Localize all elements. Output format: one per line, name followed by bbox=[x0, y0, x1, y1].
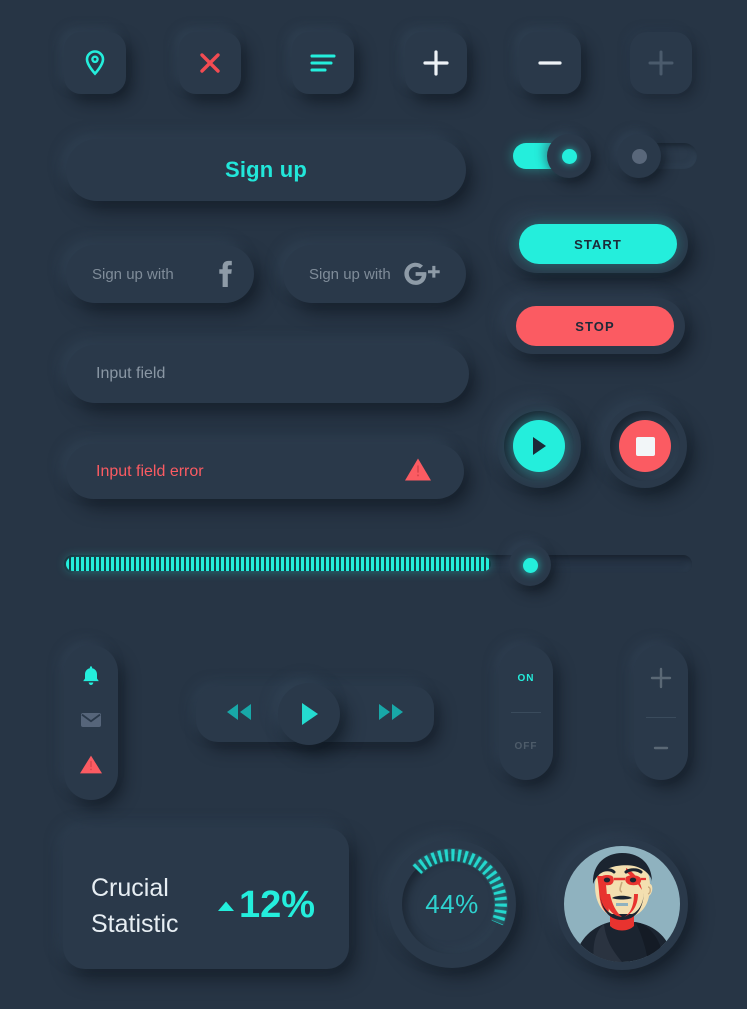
close-icon bbox=[200, 53, 220, 73]
toggle-off-knob[interactable] bbox=[617, 134, 661, 178]
user-avatar[interactable] bbox=[556, 838, 688, 970]
stop-circle-surface[interactable] bbox=[619, 420, 671, 472]
plus-icon bbox=[648, 50, 674, 76]
play-circle-button[interactable] bbox=[497, 404, 581, 488]
minus-icon bbox=[538, 61, 562, 65]
stop-button-label: STOP bbox=[575, 318, 615, 334]
stepper-divider bbox=[646, 716, 676, 718]
stop-square-icon bbox=[635, 436, 655, 456]
signup-facebook-button[interactable]: Sign up with bbox=[66, 245, 254, 303]
on-label[interactable]: ON bbox=[518, 673, 535, 684]
on-off-switch[interactable]: ON OFF bbox=[499, 645, 553, 780]
plus-disabled-button bbox=[630, 32, 692, 94]
start-button[interactable]: START bbox=[508, 215, 688, 273]
triangle-up-icon bbox=[217, 901, 234, 911]
switch-divider bbox=[511, 712, 541, 713]
toggle-on-dot bbox=[561, 148, 577, 164]
warning-triangle-icon bbox=[404, 457, 432, 487]
input-field-error-text: Input field error bbox=[96, 462, 204, 480]
input-field-error[interactable]: Input field error bbox=[66, 444, 464, 499]
facebook-icon bbox=[216, 260, 232, 288]
signup-facebook-label: Sign up with bbox=[92, 265, 174, 283]
start-button-label: START bbox=[574, 236, 622, 252]
hamburger-menu-icon bbox=[310, 54, 336, 72]
toggle-off-dot bbox=[631, 148, 647, 164]
alert-icon[interactable] bbox=[79, 754, 103, 780]
stat-card-title: Crucial Statistic bbox=[91, 870, 211, 943]
stop-circle-button[interactable] bbox=[603, 404, 687, 488]
range-slider-knob[interactable] bbox=[509, 544, 552, 586]
notification-pill bbox=[64, 645, 118, 800]
rewind-icon[interactable] bbox=[224, 703, 254, 726]
plus-button[interactable] bbox=[405, 32, 467, 94]
ui-kit-canvas: Sign up Sign up with Sign up with Input … bbox=[0, 0, 747, 1009]
progress-gauge: 44% bbox=[388, 840, 516, 968]
start-button-surface[interactable]: START bbox=[519, 224, 677, 264]
stat-card: Crucial Statistic 12% bbox=[63, 828, 349, 969]
stat-card-delta-value: 12% bbox=[238, 884, 315, 926]
close-button[interactable] bbox=[179, 32, 241, 94]
stat-card-title-line1: Crucial bbox=[91, 874, 169, 902]
range-slider-fill bbox=[66, 557, 492, 571]
forward-icon[interactable] bbox=[376, 703, 406, 726]
bell-icon[interactable] bbox=[81, 665, 101, 692]
stop-button[interactable]: STOP bbox=[505, 298, 685, 354]
toggle-off[interactable] bbox=[617, 134, 697, 178]
stat-card-title-line2: Statistic bbox=[91, 910, 179, 939]
play-icon bbox=[302, 703, 318, 725]
signup-google-button[interactable]: Sign up with bbox=[283, 245, 466, 303]
stop-button-surface[interactable]: STOP bbox=[516, 306, 674, 346]
off-label[interactable]: OFF bbox=[515, 741, 538, 752]
menu-button[interactable] bbox=[292, 32, 354, 94]
minus-button[interactable] bbox=[519, 32, 581, 94]
range-slider-knob-dot bbox=[522, 557, 538, 573]
input-field-placeholder: Input field bbox=[96, 365, 166, 382]
media-play-button[interactable] bbox=[278, 683, 340, 745]
toggle-on[interactable] bbox=[513, 134, 593, 178]
signup-button[interactable]: Sign up bbox=[66, 139, 466, 201]
mail-icon[interactable] bbox=[80, 712, 102, 733]
range-slider[interactable] bbox=[64, 544, 692, 587]
stat-card-delta: 12% bbox=[217, 884, 315, 927]
signup-google-label: Sign up with bbox=[309, 265, 391, 283]
stepper-plus-icon[interactable] bbox=[650, 667, 672, 694]
play-icon bbox=[533, 437, 546, 455]
location-pin-icon bbox=[85, 50, 105, 76]
stepper-minus-icon[interactable] bbox=[650, 740, 672, 758]
plus-icon bbox=[423, 50, 449, 76]
signup-button-label: Sign up bbox=[224, 157, 308, 182]
google-plus-icon bbox=[402, 261, 444, 287]
progress-gauge-value: 44% bbox=[425, 888, 479, 919]
input-field[interactable]: Input field bbox=[66, 345, 469, 403]
plus-minus-stepper[interactable] bbox=[634, 645, 688, 780]
avatar-illustration bbox=[564, 846, 680, 962]
play-circle-surface[interactable] bbox=[513, 420, 565, 472]
play-circle-ring bbox=[504, 411, 574, 481]
toggle-on-knob[interactable] bbox=[547, 134, 591, 178]
location-pin-button[interactable] bbox=[64, 32, 126, 94]
stop-circle-ring bbox=[610, 411, 680, 481]
